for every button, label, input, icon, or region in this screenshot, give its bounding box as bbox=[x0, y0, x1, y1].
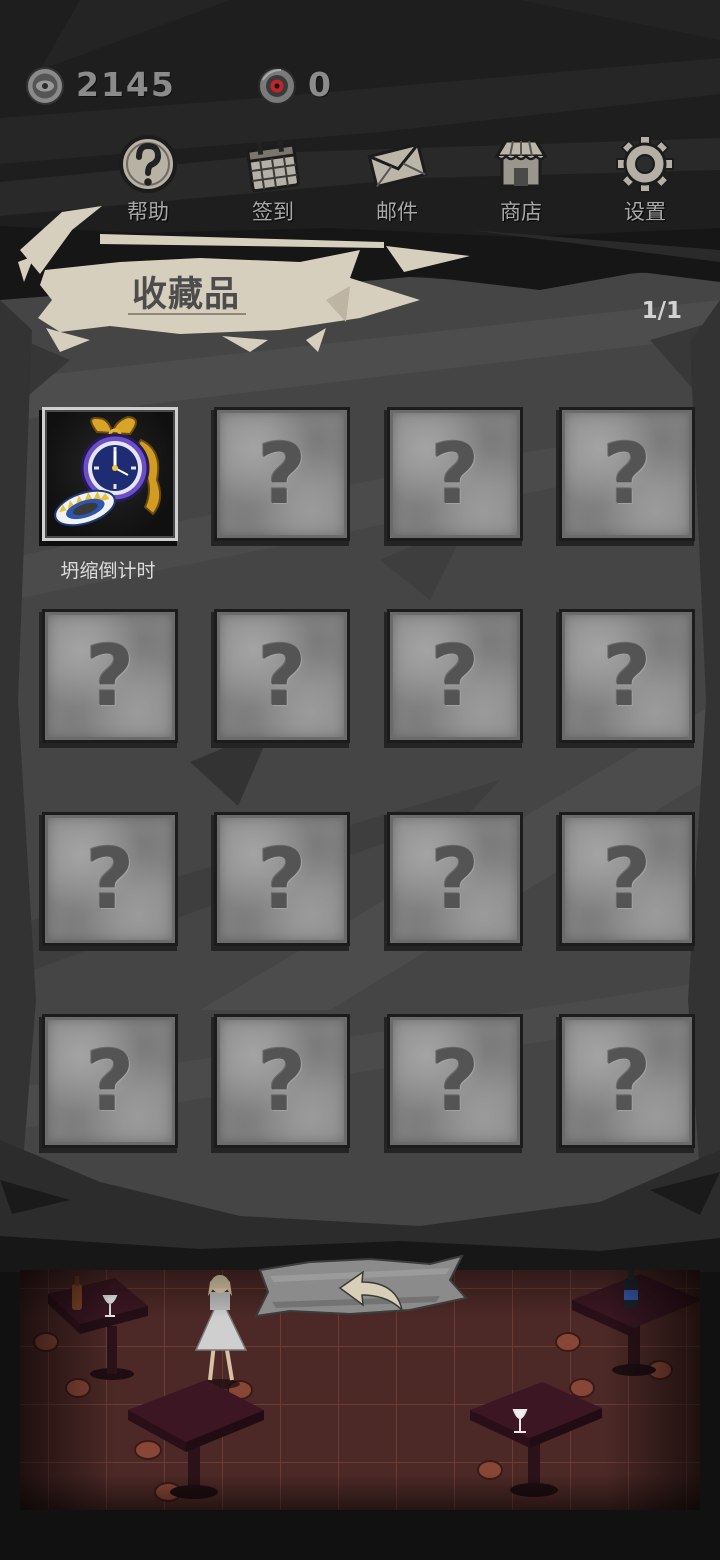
locked-question-mark: ? bbox=[602, 1032, 652, 1130]
shop-label: 商店 bbox=[500, 200, 542, 224]
locked-question-mark: ? bbox=[602, 830, 652, 928]
locked-question-mark: ? bbox=[430, 830, 480, 928]
coin-amount: 2145 bbox=[76, 65, 176, 104]
pocket-watch-icon bbox=[54, 415, 162, 527]
settings-label: 设置 bbox=[624, 200, 666, 224]
collection-slot-locked[interactable]: ? bbox=[217, 1017, 347, 1145]
settings-button[interactable]: 设置 bbox=[595, 130, 695, 226]
checkin-label: 签到 bbox=[252, 200, 294, 224]
locked-question-mark: ? bbox=[430, 1032, 480, 1130]
locked-question-mark: ? bbox=[430, 425, 480, 523]
collection-slot-locked[interactable]: ? bbox=[390, 410, 520, 538]
shop-icon bbox=[494, 139, 548, 190]
collection-item-name: 坍缩倒计时 bbox=[60, 560, 156, 582]
collection-slot-locked[interactable]: ? bbox=[217, 612, 347, 740]
help-icon bbox=[119, 135, 177, 193]
coin-icon bbox=[26, 67, 64, 105]
collection-slot-locked[interactable]: ? bbox=[390, 612, 520, 740]
locked-question-mark: ? bbox=[85, 627, 135, 725]
page-title: 收藏品 bbox=[131, 275, 240, 315]
locked-question-mark: ? bbox=[257, 830, 307, 928]
collection-slot-locked[interactable]: ? bbox=[562, 612, 692, 740]
collection-slot-locked[interactable]: ? bbox=[45, 815, 175, 943]
mail-icon bbox=[367, 142, 428, 189]
back-button[interactable] bbox=[250, 1250, 470, 1330]
collection-slot-locked[interactable]: ? bbox=[45, 1017, 175, 1145]
settings-icon bbox=[616, 135, 674, 193]
calendar-icon bbox=[246, 138, 300, 193]
collection-slot-locked[interactable]: ? bbox=[217, 815, 347, 943]
locked-question-mark: ? bbox=[257, 1032, 307, 1130]
token-amount: 0 bbox=[308, 65, 333, 104]
page-indicator: 1/1 bbox=[641, 298, 682, 324]
locked-question-mark: ? bbox=[602, 425, 652, 523]
locked-question-mark: ? bbox=[257, 627, 307, 725]
collection-slot-locked[interactable]: ? bbox=[562, 1017, 692, 1145]
collection-slot-locked[interactable]: ? bbox=[390, 815, 520, 943]
collection-slot-unlocked[interactable] bbox=[45, 410, 175, 538]
locked-question-mark: ? bbox=[430, 627, 480, 725]
locked-question-mark: ? bbox=[85, 1032, 135, 1130]
collection-slot-locked[interactable]: ? bbox=[45, 612, 175, 740]
help-label: 帮助 bbox=[127, 200, 169, 224]
collection-slot-locked[interactable]: ? bbox=[217, 410, 347, 538]
locked-question-mark: ? bbox=[85, 830, 135, 928]
eye-token-icon bbox=[258, 67, 296, 105]
collection-slot-locked[interactable]: ? bbox=[390, 1017, 520, 1145]
mail-label: 邮件 bbox=[376, 200, 418, 224]
locked-question-mark: ? bbox=[602, 627, 652, 725]
help-button[interactable]: 帮助 bbox=[98, 130, 198, 226]
checkin-button[interactable]: 签到 bbox=[223, 130, 323, 226]
collection-slot-locked[interactable]: ? bbox=[562, 815, 692, 943]
locked-question-mark: ? bbox=[257, 425, 307, 523]
mail-button[interactable]: 邮件 bbox=[347, 130, 447, 226]
collection-slot-locked[interactable]: ? bbox=[562, 410, 692, 538]
shop-button[interactable]: 商店 bbox=[471, 130, 571, 226]
